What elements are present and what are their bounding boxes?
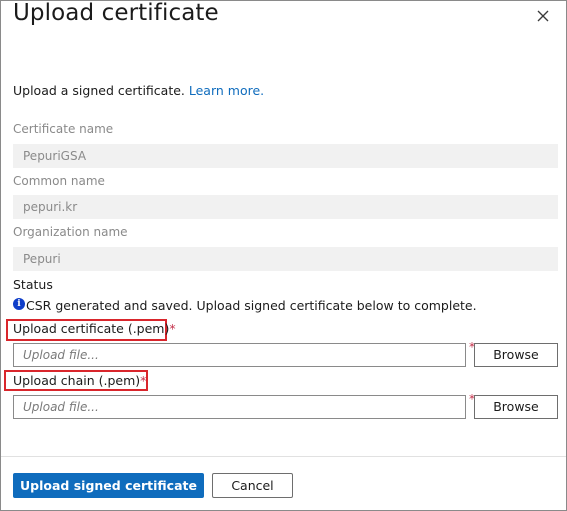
certificate-name-label: Certificate name	[13, 122, 114, 136]
upload-signed-certificate-button[interactable]: Upload signed certificate	[13, 473, 204, 498]
common-name-label: Common name	[13, 174, 105, 188]
status-message-row: i CSR generated and saved. Upload signed…	[13, 298, 477, 313]
browse-chain-button[interactable]: Browse	[474, 395, 558, 419]
close-icon[interactable]	[534, 7, 552, 25]
learn-more-link[interactable]: Learn more.	[189, 83, 264, 98]
upload-certificate-input[interactable]: Upload file...	[13, 343, 466, 367]
certificate-name-field: PepuriGSA	[13, 144, 558, 168]
footer-divider	[1, 456, 566, 457]
browse-certificate-button[interactable]: Browse	[474, 343, 558, 367]
status-label: Status	[13, 277, 53, 292]
dialog-title: Upload certificate	[13, 0, 219, 26]
organization-name-label: Organization name	[13, 225, 128, 239]
intro-description: Upload a signed certificate.	[13, 83, 189, 98]
upload-chain-label: Upload chain (.pem)*	[13, 373, 146, 388]
upload-certificate-dialog: Upload certificate Upload a signed certi…	[0, 0, 567, 511]
common-name-field: pepuri.kr	[13, 195, 558, 219]
required-asterisk: *	[169, 321, 176, 336]
upload-chain-input[interactable]: Upload file...	[13, 395, 466, 419]
required-asterisk: *	[140, 373, 147, 388]
upload-chain-label-text: Upload chain (.pem)	[13, 373, 141, 388]
upload-certificate-label: Upload certificate (.pem)*	[13, 321, 176, 336]
intro-text: Upload a signed certificate. Learn more.	[13, 83, 264, 98]
upload-certificate-label-text: Upload certificate (.pem)	[13, 321, 170, 336]
organization-name-field: Pepuri	[13, 247, 558, 271]
cancel-button[interactable]: Cancel	[212, 473, 293, 498]
info-icon: i	[13, 298, 25, 310]
status-message: CSR generated and saved. Upload signed c…	[26, 298, 477, 313]
